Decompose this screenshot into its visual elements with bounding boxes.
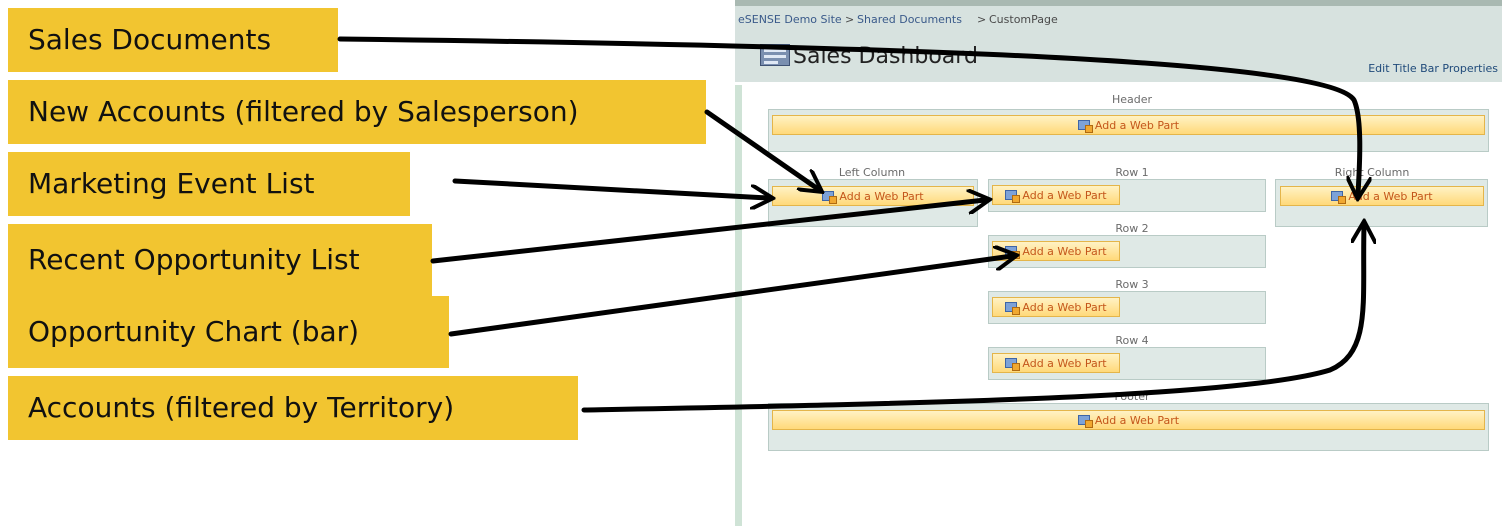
callout-opportunity-chart: Opportunity Chart (bar) <box>8 296 449 368</box>
add-web-part-icon <box>822 191 838 204</box>
add-web-part-button[interactable]: Add a Web Part <box>992 241 1120 261</box>
add-web-part-icon <box>1331 191 1347 204</box>
add-web-part-label: Add a Web Part <box>1022 356 1107 370</box>
add-web-part-label: Add a Web Part <box>1094 118 1180 132</box>
add-web-part-icon <box>1077 415 1093 428</box>
zone-row-4: Add a Web Part <box>988 347 1266 380</box>
add-web-part-label: Add a Web Part <box>1094 413 1180 427</box>
callout-new-accounts: New Accounts (filtered by Salesperson) <box>8 80 706 144</box>
callout-sales-documents: Sales Documents <box>8 8 338 72</box>
add-web-part-button[interactable]: Add a Web Part <box>1280 186 1484 206</box>
add-web-part-icon <box>1005 302 1021 315</box>
callout-recent-opportunity-list: Recent Opportunity List <box>8 224 432 296</box>
zone-label-row-1: Row 1 <box>1115 166 1149 179</box>
zone-row-2: Add a Web Part <box>988 235 1266 268</box>
add-web-part-label: Add a Web Part <box>1348 189 1433 203</box>
web-part-zones: Header Add a Web Part Left Column Add a … <box>742 82 1502 526</box>
edit-title-bar-link[interactable]: Edit Title Bar Properties <box>1368 62 1498 75</box>
zone-label-footer: Footer <box>1114 390 1150 403</box>
zone-left-column: Add a Web Part <box>768 179 978 227</box>
breadcrumb-separator: > <box>845 13 855 26</box>
add-web-part-icon <box>1005 358 1021 371</box>
add-web-part-label: Add a Web Part <box>1022 300 1107 314</box>
add-web-part-icon <box>1005 246 1021 259</box>
web-part-page-icon <box>760 44 790 66</box>
page-title: Sales Dashboard <box>793 44 978 69</box>
add-web-part-button[interactable]: Add a Web Part <box>772 186 974 206</box>
arrow-marketing-event-list <box>452 178 768 198</box>
zone-label-right-column: Right Column <box>1334 166 1410 179</box>
breadcrumb-separator: > <box>977 13 987 26</box>
zone-label-left-column: Left Column <box>838 166 906 179</box>
breadcrumb-library-link[interactable]: Shared Documents <box>857 13 962 26</box>
add-web-part-label: Add a Web Part <box>839 189 924 203</box>
zone-label-row-4: Row 4 <box>1115 334 1149 347</box>
breadcrumb-current-page: CustomPage <box>989 13 1058 26</box>
add-web-part-icon <box>1077 120 1093 133</box>
add-web-part-button[interactable]: Add a Web Part <box>772 410 1485 430</box>
zone-label-row-2: Row 2 <box>1115 222 1149 235</box>
add-web-part-button[interactable]: Add a Web Part <box>772 115 1485 135</box>
callout-marketing-event-list: Marketing Event List <box>8 152 410 216</box>
zone-label-header: Header <box>1111 93 1153 106</box>
zone-right-column: Add a Web Part <box>1275 179 1488 227</box>
add-web-part-label: Add a Web Part <box>1022 244 1107 258</box>
zone-header: Add a Web Part <box>768 109 1489 152</box>
left-page-border <box>735 85 742 526</box>
zone-row-1: Add a Web Part <box>988 179 1266 212</box>
breadcrumb-site-link[interactable]: eSENSE Demo Site <box>738 13 842 26</box>
add-web-part-button[interactable]: Add a Web Part <box>992 297 1120 317</box>
add-web-part-label: Add a Web Part <box>1022 188 1107 202</box>
callout-accounts-territory: Accounts (filtered by Territory) <box>8 376 578 440</box>
add-web-part-icon <box>1005 190 1021 203</box>
title-bar: eSENSE Demo Site > Shared Documents > Cu… <box>735 6 1502 82</box>
add-web-part-button[interactable]: Add a Web Part <box>992 185 1120 205</box>
zone-footer: Add a Web Part <box>768 403 1489 451</box>
sharepoint-page: eSENSE Demo Site > Shared Documents > Cu… <box>735 0 1502 526</box>
zone-label-row-3: Row 3 <box>1115 278 1149 291</box>
add-web-part-button[interactable]: Add a Web Part <box>992 353 1120 373</box>
zone-row-3: Add a Web Part <box>988 291 1266 324</box>
